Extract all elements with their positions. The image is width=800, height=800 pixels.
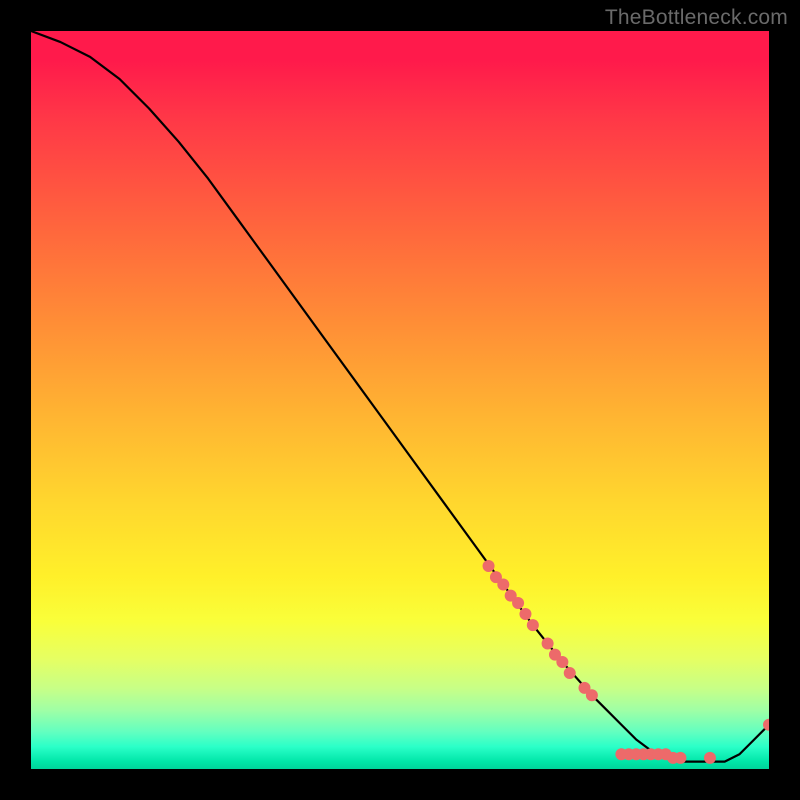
data-dot [483, 560, 495, 572]
data-dot [497, 579, 509, 591]
data-dot [564, 667, 576, 679]
data-dot [527, 619, 539, 631]
data-dot [512, 597, 524, 609]
chart-svg [31, 31, 769, 769]
data-dot [542, 638, 554, 650]
data-dot [519, 608, 531, 620]
data-dot [556, 656, 568, 668]
data-dot [674, 752, 686, 764]
chart-stage: TheBottleneck.com [0, 0, 800, 800]
data-dot [704, 752, 716, 764]
plot-area [31, 31, 769, 769]
data-dot [586, 689, 598, 701]
watermark-text: TheBottleneck.com [605, 6, 788, 30]
bottleneck-curve [31, 31, 769, 762]
data-dots [483, 560, 769, 764]
